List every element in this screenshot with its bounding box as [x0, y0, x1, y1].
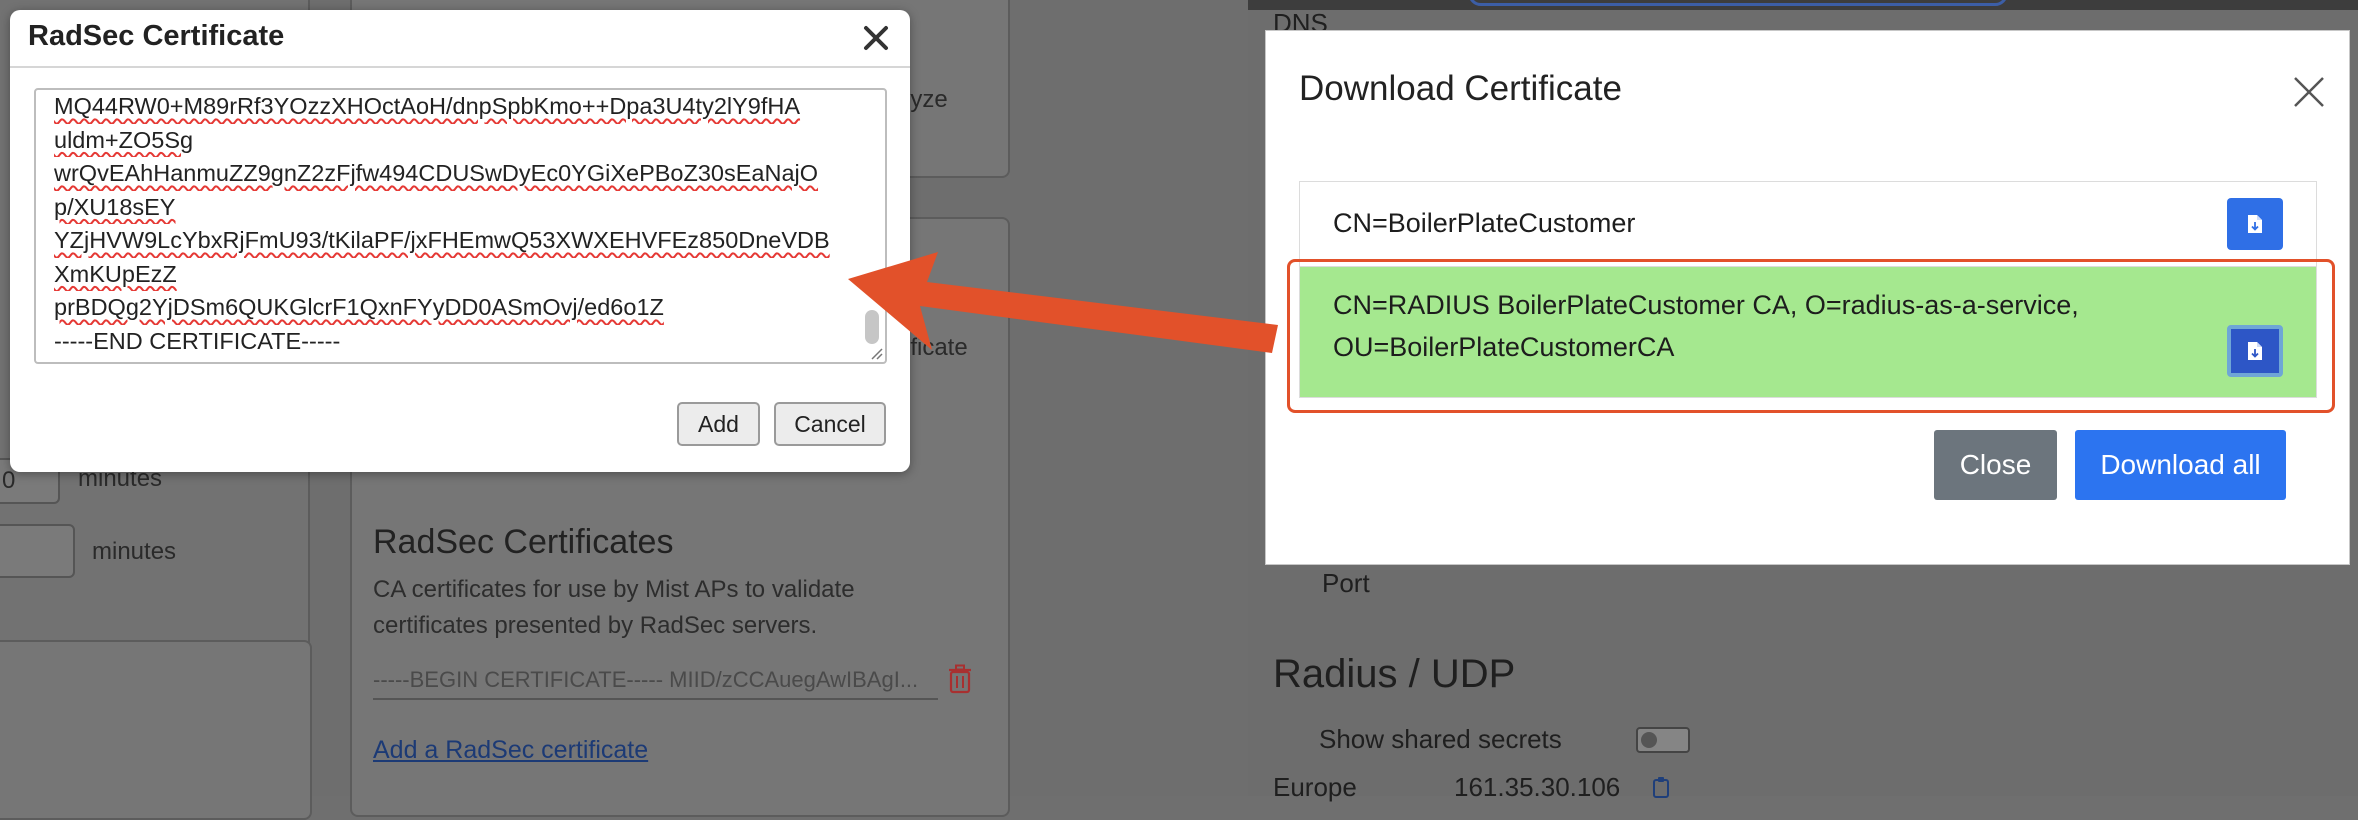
- download-certificate-button[interactable]: [2227, 325, 2283, 377]
- analyze-fragment: lyze: [905, 86, 948, 113]
- radsec-certificates-title: RadSec Certificates: [373, 523, 674, 561]
- duration-input-1-value: 0: [2, 467, 16, 494]
- cert-line: MQ44RW0+M89rRf3YOzzXHOctAoH/dnpSpbKmo++D…: [54, 90, 835, 124]
- radsec-cert-entry[interactable]: -----BEGIN CERTIFICATE----- MIID/zCCAueg…: [373, 664, 938, 700]
- cert-line: uldm+ZO5Sg: [54, 124, 835, 158]
- cert-line-text: MQ44RW0+M89rRf3YOzzXHOctAoH/dnpSpbKmo++D…: [54, 93, 801, 119]
- minutes-label-2: minutes: [92, 538, 177, 565]
- trash-icon[interactable]: [948, 664, 972, 694]
- port-label: Port: [1322, 568, 1370, 598]
- close-icon[interactable]: [860, 22, 892, 54]
- cert-line-text: p/XU18sEY: [54, 193, 176, 220]
- close-icon[interactable]: [2291, 74, 2327, 110]
- cert-line-text: wrQvEAhHanmuZZ9gnZ2zFjfw494CDUSwDyEc0YGi…: [54, 160, 819, 186]
- region-label: Europe: [1273, 772, 1357, 802]
- add-button[interactable]: Add: [677, 402, 760, 446]
- certificate-list: CN=BoilerPlateCustomer CN=RADIUS BoilerP…: [1299, 181, 2317, 398]
- certificate-row: CN=BoilerPlateCustomer: [1299, 181, 2317, 267]
- lower-settings-panel: [0, 640, 312, 820]
- file-download-icon: [2248, 342, 2262, 360]
- cert-line-text: XmKUpEzZ: [54, 260, 177, 287]
- download-certificate-button[interactable]: [2227, 198, 2283, 250]
- cert-line: YZjHVW9LcYbxRjFmU93/tKilaPF/jxFHEmwQ53XW…: [54, 224, 835, 258]
- cert-line-text: YZjHVW9LcYbxRjFmU93/tKilaPF/jxFHEmwQ53XW…: [54, 227, 830, 253]
- certificate-textarea[interactable]: ​ MQ44RW0+M89rRf3YOzzXHOctAoH/dnpSpbKmo+…: [34, 88, 887, 364]
- add-radsec-certificate-link[interactable]: Add a RadSec certificate: [373, 736, 648, 765]
- search-pill[interactable]: [1468, 0, 2008, 6]
- cert-line-text: prBDQg2YjDSm6QUKGlcrF1QxnFYyDD0ASmOvj/ed…: [54, 294, 664, 320]
- dialog-title: Download Certificate: [1299, 69, 1622, 108]
- radsec-certificate-dialog: RadSec Certificate ​ MQ44RW0+M89rRf3YOzz…: [10, 10, 910, 472]
- close-button[interactable]: Close: [1934, 430, 2057, 500]
- certificate-row-highlighted: CN=RADIUS BoilerPlateCustomer CA, O=radi…: [1299, 267, 2317, 398]
- cert-line: prBDQg2YjDSm6QUKGlcrF1QxnFYyDD0ASmOvj/ed…: [54, 291, 835, 325]
- duration-input-2[interactable]: [0, 524, 75, 578]
- clipboard-icon[interactable]: [1652, 776, 1670, 798]
- cert-line: wrQvEAhHanmuZZ9gnZ2zFjfw494CDUSwDyEc0YGi…: [54, 157, 835, 191]
- cert-line: XmKUpEzZ: [54, 258, 835, 292]
- cert-line: p/XU18sEY: [54, 191, 835, 225]
- file-download-icon: [2248, 215, 2262, 233]
- dialog-header: RadSec Certificate: [10, 10, 910, 68]
- resize-handle-icon[interactable]: [869, 346, 883, 360]
- cert-line: -----END CERTIFICATE-----: [54, 325, 835, 359]
- show-shared-secrets-toggle[interactable]: [1636, 727, 1690, 753]
- radsec-certificates-description: CA certificates for use by Mist APs to v…: [373, 576, 855, 639]
- toggle-knob: [1641, 732, 1657, 748]
- certificate-name: CN=BoilerPlateCustomer: [1333, 208, 1636, 238]
- textarea-scrollbar[interactable]: [865, 310, 879, 344]
- cancel-button[interactable]: Cancel: [774, 402, 886, 446]
- cert-line-text: -----END CERTIFICATE-----: [54, 327, 341, 354]
- download-all-button[interactable]: Download all: [2075, 430, 2286, 500]
- certificate-name: CN=RADIUS BoilerPlateCustomer CA, O=radi…: [1333, 290, 2079, 362]
- dialog-title: RadSec Certificate: [28, 20, 285, 52]
- ip-address-value: 161.35.30.106: [1454, 772, 1621, 802]
- cert-line-text: uldm+ZO5Sg: [54, 126, 194, 153]
- radius-udp-title: Radius / UDP: [1273, 652, 1516, 696]
- certificate-fragment: ificate: [905, 334, 968, 361]
- show-shared-secrets-label: Show shared secrets: [1319, 724, 1562, 754]
